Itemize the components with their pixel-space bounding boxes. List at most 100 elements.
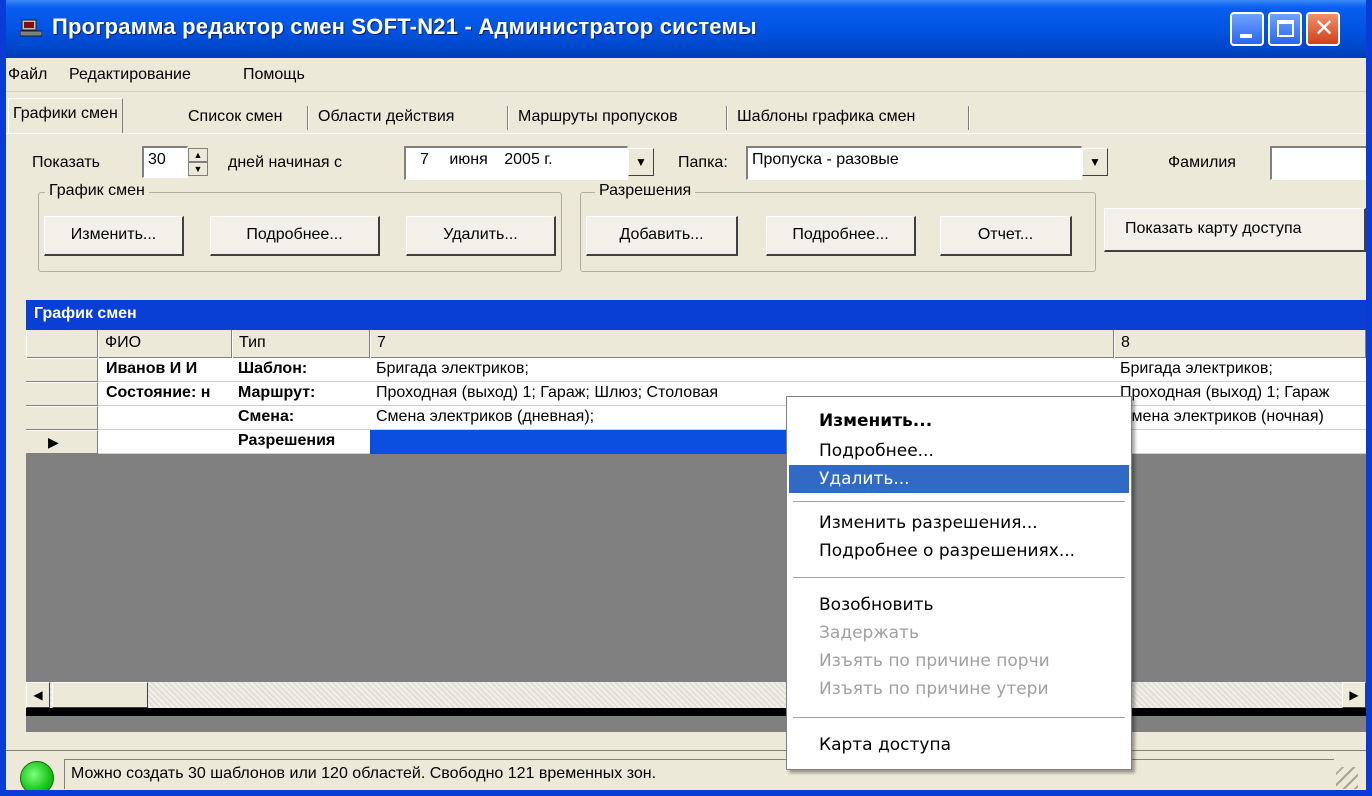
schedule-details-button[interactable]: Подробнее... [210,216,380,256]
menu-bar: Файл Редактирование Помощь [6,58,1366,92]
show-label: Показать [32,154,101,171]
resize-grip-icon[interactable] [1336,767,1358,789]
column-header-day-8[interactable]: 8 [1114,330,1366,358]
permissions-report-button[interactable]: Отчет... [940,216,1072,256]
cell-day-8[interactable] [1114,430,1366,454]
maximize-button[interactable] [1268,12,1302,46]
chevron-down-icon: ▼ [1089,155,1101,169]
folder-dropdown-button[interactable]: ▼ [1082,148,1108,176]
cell-fio [100,406,232,430]
date-day[interactable]: 7 [420,151,429,168]
table-row[interactable]: Состояние: н Маршрут: Проходная (выход) … [26,382,1366,406]
ctx-separator [793,577,1125,578]
grid-bottom-border [26,708,1366,716]
schedule-group-title: График смен [45,182,149,200]
ctx-edit[interactable]: Изменить... [789,407,1129,435]
title-bar[interactable]: Программа редактор смен SOFT-N21 - Админ… [6,0,1366,58]
folder-select[interactable]: Пропуска - разовые [746,146,1082,180]
column-header-day-7[interactable]: 7 [370,330,1114,358]
grid-caption: График смен [26,300,1366,330]
cell-day-8[interactable]: Смена электриков (ночная) [1114,406,1366,430]
ctx-resume[interactable]: Возобновить [789,591,1129,619]
tab-panel-border [6,133,1366,134]
days-label: дней начиная с [228,154,342,171]
ctx-permission-details[interactable]: Подробнее о разрешениях... [789,537,1129,565]
surname-input[interactable] [1270,146,1366,180]
tab-schedule-templates[interactable]: Шаблоны графика смен [733,102,919,132]
cell-type: Маршрут: [238,384,316,401]
app-icon [20,19,42,37]
tab-separator [968,106,970,130]
permissions-add-button[interactable]: Добавить... [586,216,738,256]
tab-separator [307,106,309,130]
table-row[interactable]: Смена: Смена электриков (дневная); Смена… [26,406,1366,430]
status-indicator-icon [20,761,54,790]
cell-type: Смена: [238,408,295,425]
context-menu: Изменить... Подробнее... Удалить... Изме… [786,396,1132,770]
scroll-right-button[interactable]: ▶ [1342,682,1366,708]
ctx-delete[interactable]: Удалить... [789,465,1129,493]
tab-areas[interactable]: Области действия [314,102,458,132]
minimize-icon [1240,34,1252,38]
status-text: Можно создать 30 шаблонов или 120 област… [64,759,1334,789]
table-row[interactable]: ▶ Разрешения [26,430,1366,454]
arrow-right-icon: ▶ [1349,688,1359,702]
menu-file[interactable]: Файл [8,66,47,84]
ctx-access-map[interactable]: Карта доступа [789,731,1129,759]
ctx-details[interactable]: Подробнее... [789,437,1129,465]
days-input[interactable]: 30 [142,146,188,178]
tab-shift-list[interactable]: Список смен [184,102,286,132]
cell-fio [100,430,232,454]
current-row-icon: ▶ [48,434,59,450]
row-selector[interactable] [26,358,98,382]
horizontal-scrollbar[interactable]: ◀ ▶ [26,682,1366,708]
show-access-map-button[interactable]: Показать карту доступа [1104,208,1366,252]
column-header-fio[interactable]: ФИО [98,330,232,358]
scroll-thumb[interactable] [52,682,148,708]
tab-shift-schedules[interactable]: Графики смен [8,98,123,134]
cell-type: Разрешения [238,432,336,449]
tab-pass-routes[interactable]: Маршруты пропусков [514,102,682,132]
row-selector[interactable] [26,406,98,430]
cell-fio: Иванов И И [106,360,198,377]
date-year[interactable]: 2005 г. [504,151,552,168]
scroll-left-button[interactable]: ◀ [26,682,50,708]
close-icon: ✕ [1314,15,1335,42]
menu-help[interactable]: Помощь [243,66,305,84]
tab-strip: Графики смен Список смен Области действи… [6,98,1366,134]
row-selector[interactable]: ▶ [26,430,98,454]
column-header-type[interactable]: Тип [232,330,370,358]
chevron-down-icon: ▼ [635,155,647,169]
ctx-edit-permissions[interactable]: Изменить разрешения... [789,509,1129,537]
menu-edit[interactable]: Редактирование [69,66,191,84]
spin-up-button[interactable]: ▲ [188,148,208,162]
maximize-icon [1277,20,1294,37]
ctx-withdraw-loss: Изъять по причине утери [819,679,1049,699]
cell-day-8[interactable]: Бригада электриков; [1114,358,1366,382]
spin-down-button[interactable]: ▼ [188,162,208,176]
status-bar: Можно создать 30 шаблонов или 120 област… [6,750,1366,790]
schedule-edit-button[interactable]: Изменить... [44,216,184,256]
cell-fio: Состояние: н [106,384,211,401]
ctx-withdraw-damage: Изъять по причине порчи [819,651,1050,671]
schedule-grid[interactable]: График смен ФИО Тип 7 8 Иванов И И Шабло… [26,300,1366,732]
close-button[interactable]: ✕ [1306,12,1340,46]
tab-separator [726,106,728,130]
row-selector[interactable] [26,382,98,406]
ctx-separator [793,717,1125,718]
minimize-button[interactable] [1230,12,1264,46]
grid-corner-cell [26,330,98,358]
date-dropdown-button[interactable]: ▼ [628,148,654,176]
date-month[interactable]: июня [449,151,487,168]
cell-type: Шаблон: [238,360,308,377]
ctx-hold: Задержать [819,623,919,643]
cell-day-7[interactable]: Бригада электриков; [370,358,1114,382]
table-row[interactable]: Иванов И И Шаблон: Бригада электриков; Б… [26,358,1366,382]
date-picker[interactable]: 7 июня 2005 г. [404,146,628,180]
permissions-details-button[interactable]: Подробнее... [766,216,916,256]
surname-label: Фамилия [1168,154,1236,171]
schedule-delete-button[interactable]: Удалить... [406,216,556,256]
window-title: Программа редактор смен SOFT-N21 - Админ… [52,14,757,39]
cell-day-8[interactable]: Проходная (выход) 1; Гараж [1114,382,1366,406]
permissions-group-title: Разрешения [595,182,696,200]
